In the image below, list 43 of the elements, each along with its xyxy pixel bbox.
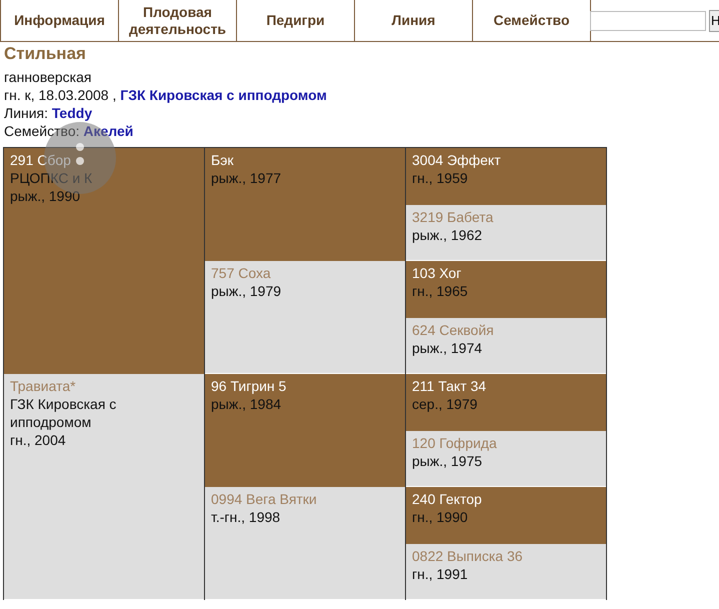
coat-year-text: т.-гн., 1998	[211, 508, 280, 526]
nav-tab[interactable]: Линия	[355, 0, 473, 41]
search-field[interactable]	[590, 10, 706, 30]
horse-name[interactable]: 211 Такт 34	[412, 377, 486, 395]
coat-year-text: рыж., 1984	[211, 395, 282, 413]
horse-name[interactable]: Бэк	[211, 151, 234, 169]
horse-name[interactable]: 103 Хог	[412, 264, 462, 282]
horse-name[interactable]: 96 Тигрин 5	[211, 377, 286, 395]
coat-year-text: гн., 1965	[412, 282, 468, 300]
family-link[interactable]: Акелей	[83, 123, 134, 139]
owner-link[interactable]: ГЗК Кировская с ипподромом	[120, 87, 327, 103]
horse-name[interactable]: Травиата*	[10, 377, 76, 395]
owner-text: РЦОПКС и К	[10, 169, 92, 187]
horse-title: Стильная	[4, 45, 87, 63]
line-link[interactable]: Teddy	[52, 105, 92, 121]
search-button[interactable]: Н	[709, 10, 719, 32]
coat-year-text: гн., 1991	[412, 564, 468, 582]
horse-name[interactable]: 624 Секвойя	[412, 320, 494, 338]
coat-year-text: рыж., 1979	[211, 282, 282, 300]
coat-year-text: рыж., 1974	[412, 338, 482, 356]
line-label: Линия:	[4, 105, 48, 121]
coat-year-text: рыж., 1977	[211, 169, 282, 187]
horse-name[interactable]: 240 Гектор	[412, 490, 482, 508]
horse-name[interactable]: 757 Соха	[211, 264, 271, 282]
breed-text: ганноверская	[4, 69, 92, 85]
details-text: гн. к, 18.03.2008 ,	[4, 87, 116, 103]
coat-year-text: рыж., 1962	[412, 226, 482, 244]
nav-tab[interactable]: Плодовая деятельность	[119, 0, 237, 41]
horse-name[interactable]: 0994 Вега Вятки	[211, 490, 317, 508]
horse-name[interactable]: 291 Сбор	[10, 151, 71, 169]
coat-year-text: гн., 1959	[412, 169, 468, 187]
horse-name[interactable]: 3219 Бабета	[412, 208, 494, 226]
coat-year-text: рыж., 1975	[412, 452, 482, 470]
family-label: Семейство:	[4, 123, 80, 139]
nav-tab[interactable]: Информация	[0, 0, 119, 41]
horse-name[interactable]: 120 Гофрида	[412, 434, 497, 452]
nav-tab[interactable]: Педигри	[237, 0, 355, 41]
coat-year-text: гн., 1990	[412, 508, 468, 526]
horse-name[interactable]: 0822 Выписка 36	[412, 546, 523, 564]
horse-name[interactable]: 3004 Эффект	[412, 151, 501, 169]
coat-year-text: сер., 1979	[412, 395, 478, 413]
coat-year-text: гн., 2004	[10, 431, 66, 449]
coat-year-text: рыж., 1990	[10, 187, 80, 205]
